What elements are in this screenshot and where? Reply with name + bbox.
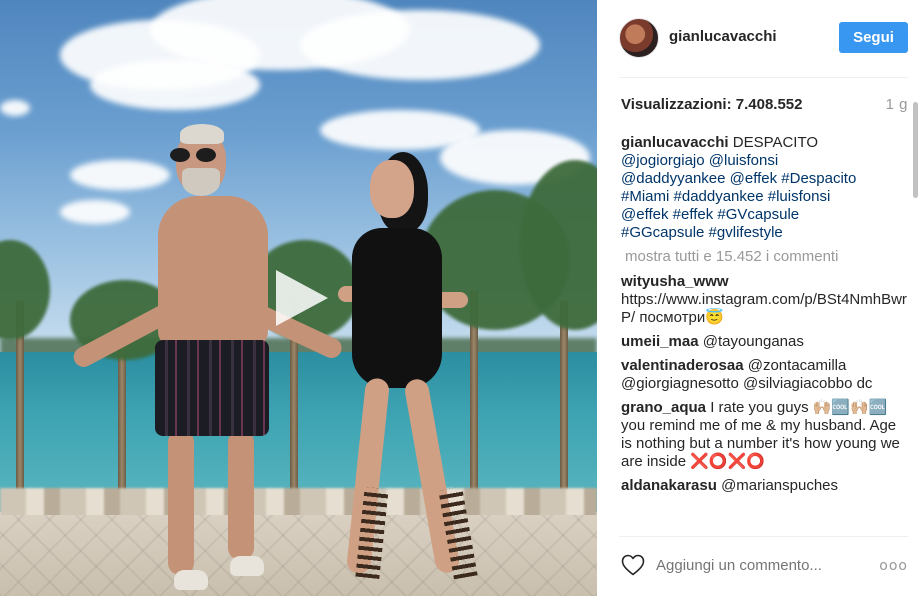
comment-item: grano_aqua I rate you guys 🙌🏼🆒🙌🏼🆒 you re…: [621, 399, 911, 471]
post-timestamp[interactable]: 1 g: [886, 96, 908, 113]
post-footer: ooo: [597, 536, 921, 596]
cloud-decoration: [90, 60, 260, 110]
avatar[interactable]: [619, 18, 659, 58]
post-sidebar: gianlucavacchi Segui Visualizzazioni: 7.…: [597, 0, 921, 596]
more-options-icon[interactable]: ooo: [879, 558, 908, 574]
caption: gianlucavacchi DESPACITO @jogiorgiajo @l…: [621, 134, 911, 242]
follow-button[interactable]: Segui: [839, 22, 908, 53]
comment-item: umeii_maa @tayounganas: [621, 333, 911, 351]
caption-text[interactable]: @effek #effek #GVcapsule: [621, 206, 799, 223]
post-header: gianlucavacchi Segui: [597, 0, 921, 77]
comment-username[interactable]: aldanakarasu: [621, 477, 717, 494]
palm-trunk: [560, 300, 568, 500]
boardwalk: [0, 515, 597, 596]
post-media-video[interactable]: [0, 0, 597, 596]
comment-text: https://www.instagram.com/p/BSt4NmhBwrP/…: [621, 291, 907, 326]
cloud-decoration: [60, 200, 130, 224]
palm-fronds: [0, 240, 50, 340]
header-username[interactable]: gianlucavacchi: [669, 28, 777, 45]
comment-text[interactable]: @tayounganas: [703, 333, 804, 350]
comment-item: aldanakarasu @marianspuches: [621, 477, 911, 495]
rock-wall: [0, 488, 597, 518]
caption-text[interactable]: #Miami #daddyankee #luisfonsi: [621, 188, 830, 205]
cloud-decoration: [0, 100, 30, 116]
comment-username[interactable]: umeii_maa: [621, 333, 699, 350]
caption-text[interactable]: @daddyyankee @effek #Despacito: [621, 170, 856, 187]
show-all-comments-link[interactable]: mostra tutti e 15.452 i commenti: [621, 248, 911, 266]
cloud-decoration: [300, 10, 540, 80]
heart-icon[interactable]: [621, 554, 645, 576]
comment-text[interactable]: @marianspuches: [721, 477, 838, 494]
play-icon[interactable]: [268, 266, 332, 330]
views-counter[interactable]: Visualizzazioni: 7.408.552: [621, 96, 803, 113]
views-count: 7.408.552: [735, 96, 803, 113]
caption-username[interactable]: gianlucavacchi: [621, 134, 729, 151]
cloud-decoration: [70, 160, 170, 190]
caption-text: DESPACITO: [732, 134, 819, 151]
add-comment-input[interactable]: [656, 557, 876, 574]
comment-item: wityusha_www https://www.instagram.com/p…: [621, 273, 911, 327]
views-label: Visualizzazioni:: [621, 96, 732, 113]
caption-text[interactable]: @jogiorgiajo @luisfonsi: [621, 152, 778, 169]
header-divider: [619, 77, 908, 78]
comment-username[interactable]: wityusha_www: [621, 273, 729, 290]
comments-scrollbar[interactable]: [913, 102, 918, 198]
comment-item: valentinaderosaa @zontacamilla @giorgiag…: [621, 357, 911, 393]
comment-username[interactable]: valentinaderosaa: [621, 357, 744, 374]
caption-text[interactable]: #GGcapsule #gvlifestyle: [621, 224, 783, 241]
comment-username[interactable]: grano_aqua: [621, 399, 706, 416]
comments-list: gianlucavacchi DESPACITO @jogiorgiajo @l…: [621, 134, 911, 530]
